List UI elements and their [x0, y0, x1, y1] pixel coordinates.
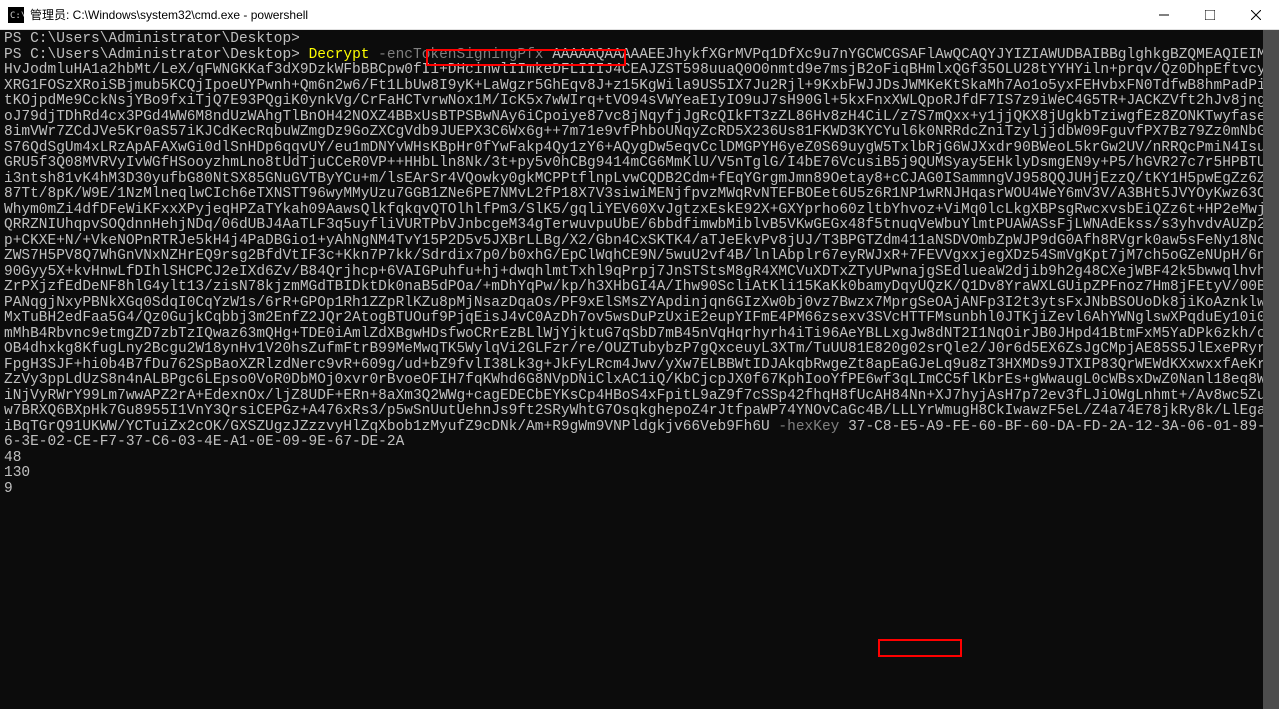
close-button[interactable] [1233, 0, 1279, 29]
minimize-button[interactable] [1141, 0, 1187, 29]
output-line-3: 9 [4, 481, 13, 497]
svg-text:C:\: C:\ [10, 11, 24, 21]
output-line-2: 130 [4, 465, 30, 481]
maximize-button[interactable] [1187, 0, 1233, 29]
titlebar-controls [1141, 0, 1279, 29]
terminal[interactable]: PS C:\Users\Administrator\Desktop> PS C:… [0, 30, 1279, 709]
base64-blob: AAAAAQAAAAAEEJhykfXGrMVPq1DfXc9u7nYGCWCG… [4, 47, 1274, 435]
window-title: 管理员: C:\Windows\system32\cmd.exe - power… [30, 6, 308, 23]
terminal-content: PS C:\Users\Administrator\Desktop> PS C:… [4, 32, 1275, 497]
minimize-icon [1159, 10, 1169, 20]
param-enctoken: -encTokenSigningPfx [369, 47, 552, 63]
maximize-icon [1205, 10, 1215, 20]
titlebar: C:\ 管理员: C:\Windows\system32\cmd.exe - p… [0, 0, 1279, 30]
scrollbar[interactable] [1263, 30, 1279, 709]
cmd-icon: C:\ [8, 7, 24, 23]
close-icon [1251, 10, 1261, 20]
param-hexkey: -hexKey [770, 419, 848, 435]
prompt-line-1: PS C:\Users\Administrator\Desktop> [4, 31, 300, 47]
command-name: Decrypt [309, 47, 370, 63]
prompt-line-2: PS C:\Users\Administrator\Desktop> [4, 47, 309, 63]
scrollbar-thumb[interactable] [1263, 30, 1279, 709]
titlebar-left: C:\ 管理员: C:\Windows\system32\cmd.exe - p… [0, 6, 308, 23]
highlight-box-hexkey [878, 639, 962, 657]
output-line-1: 48 [4, 450, 21, 466]
